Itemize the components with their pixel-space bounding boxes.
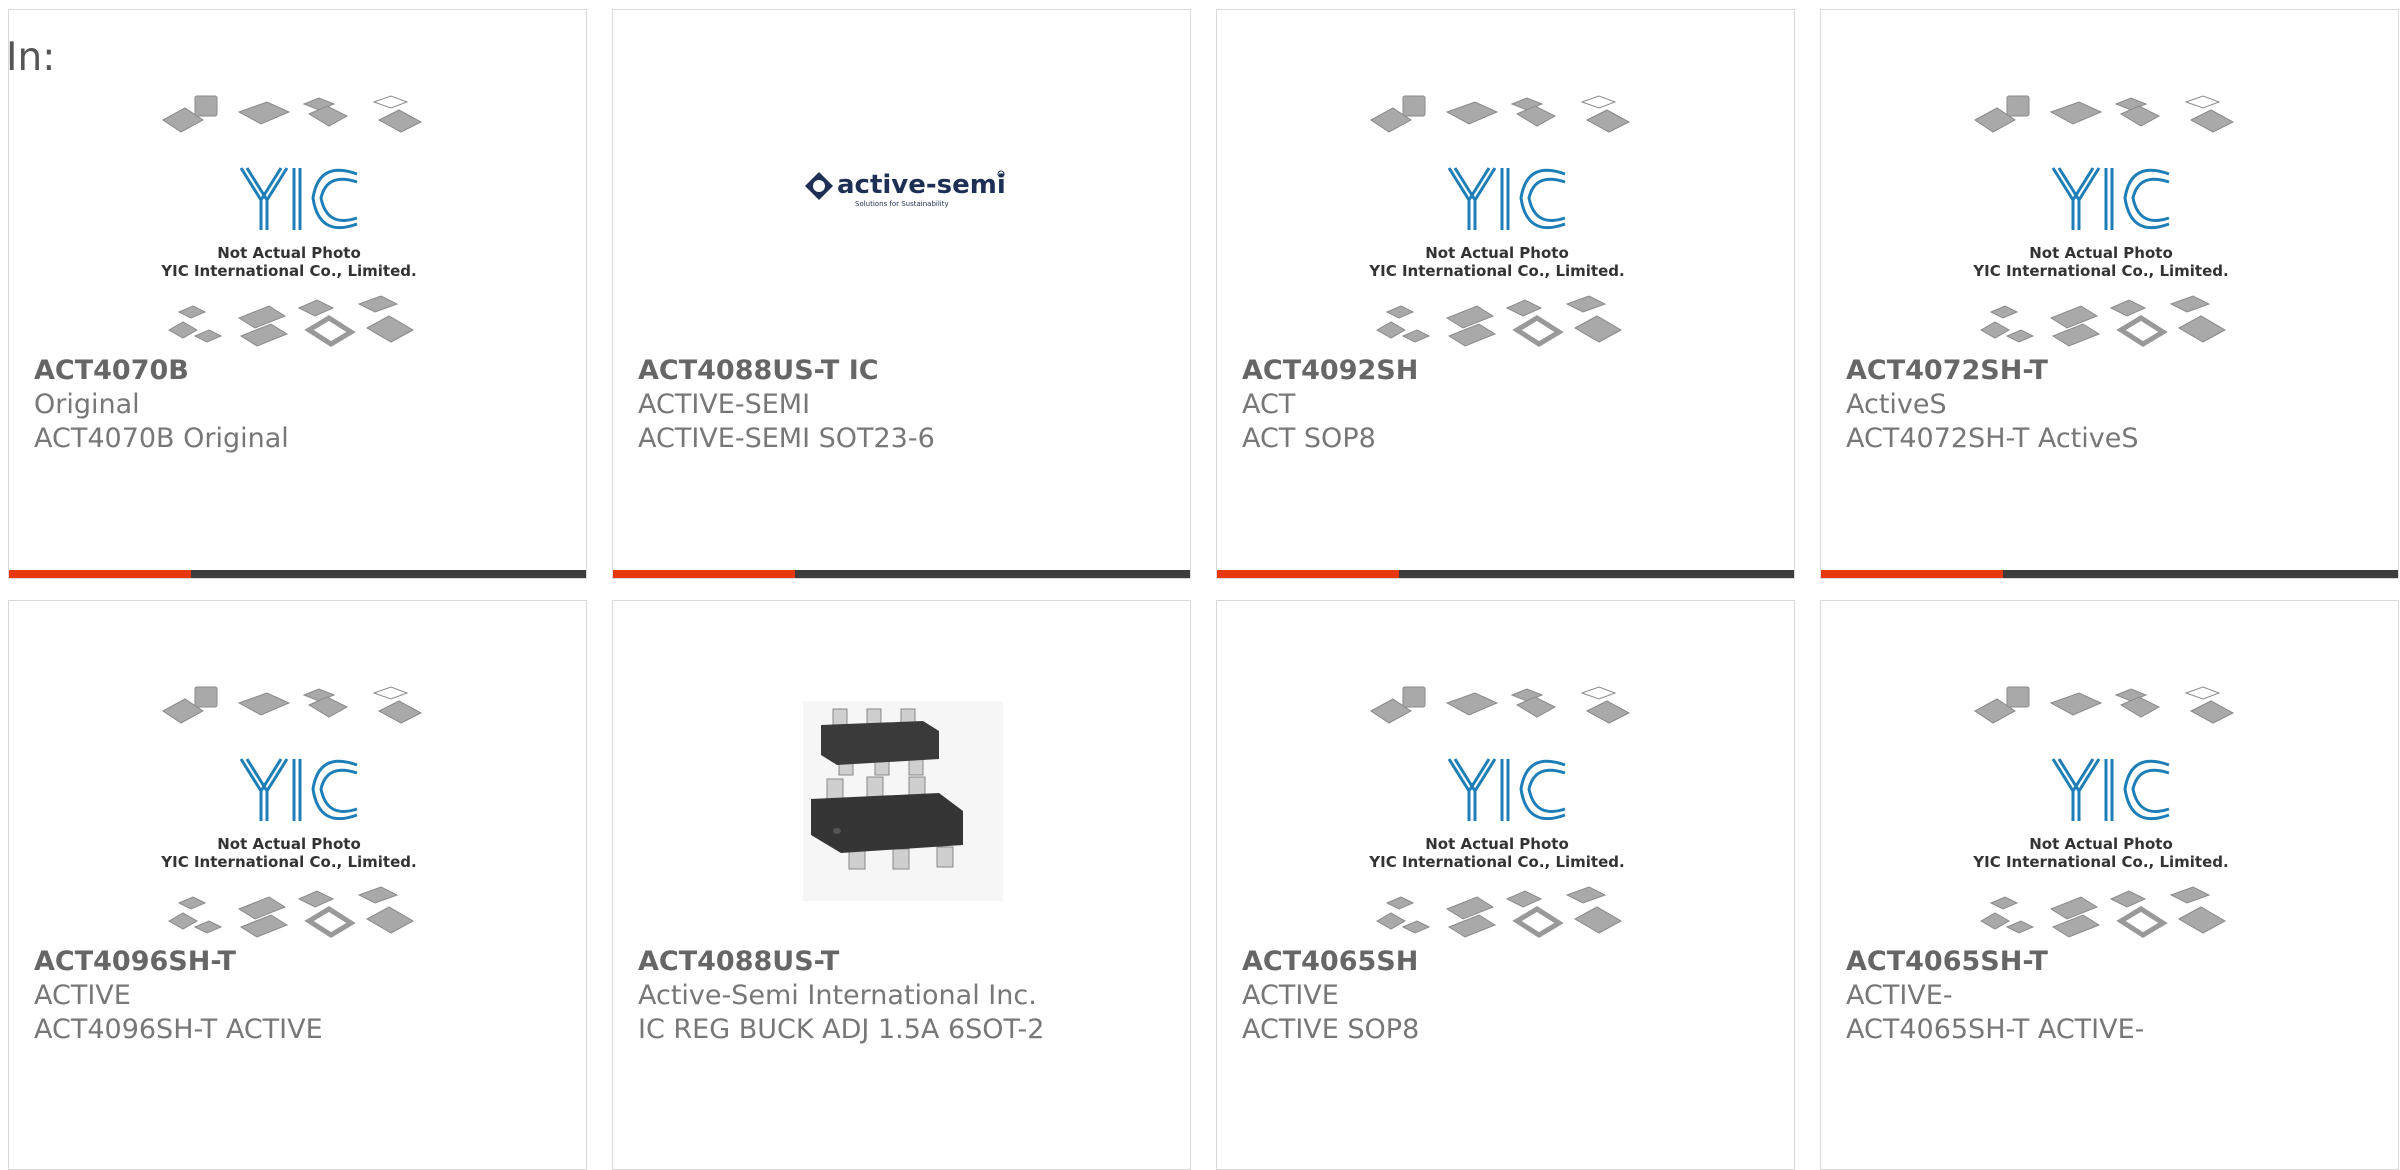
placeholder-line2: YIC International Co., Limited. <box>1368 262 1624 280</box>
product-manufacturer: Original <box>34 389 140 420</box>
not-actual-photo-image[interactable]: Not Actual Photo YIC International Co., … <box>1367 681 1647 961</box>
product-title[interactable]: ACT4065SH <box>1242 945 1418 979</box>
placeholder-line2: YIC International Co., Limited. <box>160 853 416 871</box>
product-card[interactable]: Not Actual Photo YIC International Co., … <box>8 600 587 1170</box>
card-bottom-bar <box>9 570 586 578</box>
placeholder-line1: Not Actual Photo <box>217 244 361 262</box>
placeholder-line2: YIC International Co., Limited. <box>1368 853 1624 871</box>
active-semi-logo-icon: active-semi Solutions for Sustainability <box>805 170 1006 208</box>
card-bottom-bar <box>613 570 1190 578</box>
product-title[interactable]: ACT4096SH-T <box>34 945 236 979</box>
product-card[interactable]: active-semi Solutions for Sustainability… <box>612 9 1191 579</box>
product-manufacturer: ACTIVE <box>1242 980 1339 1011</box>
product-card[interactable]: Not Actual Photo YIC International Co., … <box>1820 600 2399 1170</box>
not-actual-photo-image[interactable]: Not Actual Photo YIC International Co., … <box>159 90 439 370</box>
placeholder-line2: YIC International Co., Limited. <box>160 262 416 280</box>
in-label: In: <box>6 35 56 80</box>
placeholder-line2: YIC International Co., Limited. <box>1972 262 2228 280</box>
not-actual-photo-image[interactable]: Not Actual Photo YIC International Co., … <box>1367 90 1647 370</box>
product-manufacturer: ACT <box>1242 389 1296 420</box>
product-description: ACT4065SH-T ACTIVE- <box>1846 1014 2145 1045</box>
brand-name: active-semi <box>837 170 1006 200</box>
product-manufacturer: ACTIVE-SEMI <box>638 389 811 420</box>
product-description: ACT4070B Original <box>34 423 289 454</box>
product-title[interactable]: ACT4092SH <box>1242 354 1418 388</box>
product-title[interactable]: ACT4065SH-T <box>1846 945 2048 979</box>
product-title[interactable]: ACT4088US-T IC <box>638 354 879 388</box>
product-manufacturer: ACTIVE- <box>1846 980 1953 1011</box>
product-card[interactable]: Not Actual Photo YIC International Co., … <box>1820 9 2399 579</box>
product-title[interactable]: ACT4088US-T <box>638 945 839 979</box>
not-actual-photo-image[interactable]: Not Actual Photo YIC International Co., … <box>159 681 439 961</box>
placeholder-line1: Not Actual Photo <box>1425 835 1569 853</box>
product-title[interactable]: ACT4070B <box>34 354 189 388</box>
brand-logo-image[interactable]: active-semi Solutions for Sustainability <box>763 90 1043 370</box>
card-bottom-bar <box>1821 570 2398 578</box>
product-manufacturer: Active-Semi International Inc. <box>638 980 1037 1011</box>
product-card[interactable]: Not Actual Photo YIC International Co., … <box>1216 9 1795 579</box>
placeholder-line1: Not Actual Photo <box>217 835 361 853</box>
product-description: ACTIVE-SEMI SOT23-6 <box>638 423 935 454</box>
product-manufacturer: ActiveS <box>1846 389 1947 420</box>
product-description: ACT4072SH-T ActiveS <box>1846 423 2139 454</box>
brand-tagline: Solutions for Sustainability <box>855 200 949 208</box>
product-card[interactable]: Not Actual Photo YIC International Co., … <box>8 9 587 579</box>
placeholder-line1: Not Actual Photo <box>2029 244 2173 262</box>
product-description: ACT SOP8 <box>1242 423 1376 454</box>
product-card[interactable]: ACT4088US-T Active-Semi International In… <box>612 600 1191 1170</box>
placeholder-line1: Not Actual Photo <box>2029 835 2173 853</box>
placeholder-line1: Not Actual Photo <box>1425 244 1569 262</box>
sot23-6-chip-photo[interactable] <box>763 681 1043 961</box>
not-actual-photo-image[interactable]: Not Actual Photo YIC International Co., … <box>1971 681 2251 961</box>
product-title[interactable]: ACT4072SH-T <box>1846 354 2048 388</box>
not-actual-photo-image[interactable]: Not Actual Photo YIC International Co., … <box>1971 90 2251 370</box>
placeholder-line2: YIC International Co., Limited. <box>1972 853 2228 871</box>
card-bottom-bar <box>1217 570 1794 578</box>
product-manufacturer: ACTIVE <box>34 980 131 1011</box>
product-card[interactable]: Not Actual Photo YIC International Co., … <box>1216 600 1795 1170</box>
product-description: ACT4096SH-T ACTIVE <box>34 1014 323 1045</box>
product-description: IC REG BUCK ADJ 1.5A 6SOT-2 <box>638 1014 1045 1045</box>
product-description: ACTIVE SOP8 <box>1242 1014 1420 1045</box>
